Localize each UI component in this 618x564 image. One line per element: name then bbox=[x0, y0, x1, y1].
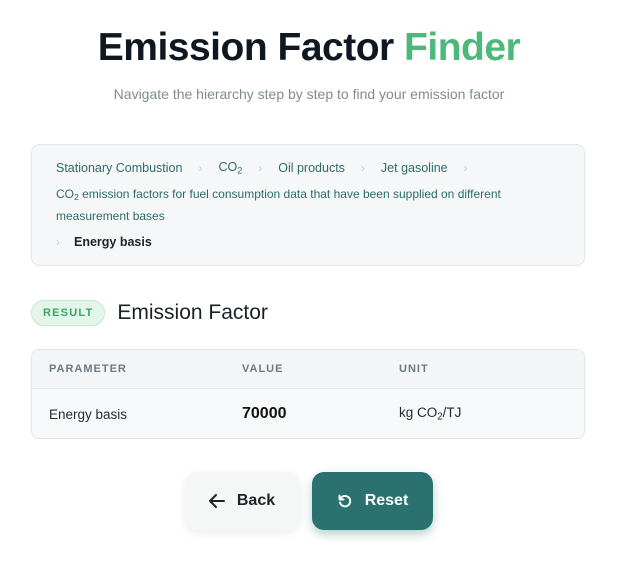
result-header: RESULT Emission Factor bbox=[31, 298, 268, 328]
page: Emission Factor Finder Navigate the hier… bbox=[0, 0, 618, 564]
breadcrumb-item-stationary-combustion[interactable]: Stationary Combustion bbox=[56, 161, 182, 175]
chevron-right-icon: › bbox=[360, 161, 365, 175]
title-main: Emission Factor bbox=[97, 26, 394, 69]
breadcrumb-item-jet-gasoline[interactable]: Jet gasoline bbox=[381, 161, 448, 175]
breadcrumb-item-co2-emission-factors[interactable]: CO2 emission factors for fuel consumptio… bbox=[56, 185, 560, 226]
page-subtitle: Navigate the hierarchy step by step to f… bbox=[113, 86, 505, 102]
breadcrumb-item-oil-products[interactable]: Oil products bbox=[278, 161, 345, 175]
breadcrumb-item-co2[interactable]: CO2 bbox=[218, 160, 242, 175]
reset-icon bbox=[337, 493, 353, 509]
back-button[interactable]: Back bbox=[185, 472, 299, 530]
reset-button[interactable]: Reset bbox=[312, 472, 433, 530]
unit-suffix: /TJ bbox=[442, 405, 462, 421]
chevron-right-icon: › bbox=[56, 235, 60, 250]
chevron-right-icon: › bbox=[258, 161, 263, 175]
arrow-left-icon bbox=[208, 494, 225, 508]
table-header: PARAMETER VALUE UNIT bbox=[32, 350, 584, 389]
page-title: Emission Factor Finder bbox=[0, 26, 618, 70]
result-table: PARAMETER VALUE UNIT Energy basis 70000 … bbox=[31, 349, 585, 439]
back-button-label: Back bbox=[236, 492, 276, 509]
chevron-right-icon: › bbox=[463, 161, 468, 175]
column-header-unit: UNIT bbox=[399, 363, 429, 375]
crumb-long-text: emission factors for fuel consumption da… bbox=[56, 187, 501, 224]
column-header-parameter: PARAMETER bbox=[49, 363, 127, 375]
breadcrumb: Stationary Combustion › CO2 › Oil produc… bbox=[31, 144, 585, 266]
reset-button-label: Reset bbox=[364, 492, 409, 509]
breadcrumb-item-co2-sub: 2 bbox=[237, 165, 243, 176]
cell-unit: kg CO2/TJ bbox=[399, 405, 584, 422]
column-header-value: VALUE bbox=[242, 363, 284, 375]
unit-prefix: kg CO bbox=[399, 405, 438, 421]
table-row: Energy basis 70000 kg CO2/TJ bbox=[32, 389, 584, 438]
title-accent: Finder bbox=[404, 26, 521, 69]
breadcrumb-current: Energy basis bbox=[74, 235, 152, 250]
crumb-co2-text: CO bbox=[56, 187, 74, 201]
result-title: Emission Factor bbox=[117, 301, 268, 324]
cell-parameter: Energy basis bbox=[49, 406, 128, 422]
breadcrumb-item-co2-text: CO bbox=[218, 160, 238, 175]
chevron-right-icon: › bbox=[198, 161, 203, 175]
result-badge: RESULT bbox=[31, 300, 106, 326]
cell-value: 70000 bbox=[242, 405, 287, 422]
